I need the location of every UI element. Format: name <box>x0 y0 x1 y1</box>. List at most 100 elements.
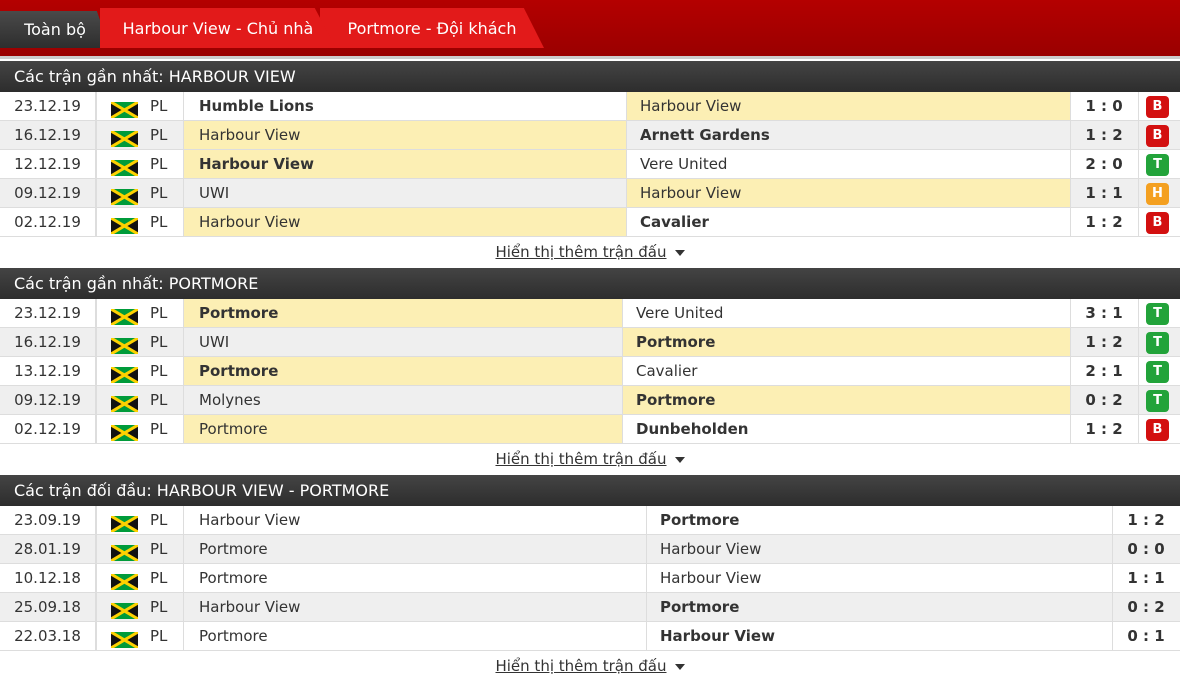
caret-down-icon[interactable] <box>674 456 685 463</box>
away-team[interactable]: Portmore <box>622 386 1070 414</box>
match-row[interactable]: 02.12.19 PL Harbour View Cavalier 1 : 2 B <box>0 208 1180 237</box>
home-team[interactable]: Portmore <box>184 415 622 443</box>
column-divider <box>1070 92 1071 120</box>
column-divider <box>183 622 184 650</box>
away-team[interactable]: Harbour View <box>646 535 1112 563</box>
jamaica-flag-icon <box>110 186 139 207</box>
home-team[interactable]: Harbour View <box>184 593 646 621</box>
away-team[interactable]: Vere United <box>626 150 1070 178</box>
match-score[interactable]: 0 : 2 <box>1112 593 1180 621</box>
column-divider <box>183 328 184 356</box>
column-divider <box>626 208 627 236</box>
column-divider <box>1112 535 1113 563</box>
match-row[interactable]: 09.12.19 PL UWI Harbour View 1 : 1 H <box>0 179 1180 208</box>
caret-down-icon[interactable] <box>674 249 685 256</box>
match-date: 16.12.19 <box>0 328 96 356</box>
home-team[interactable]: Portmore <box>184 535 646 563</box>
home-team[interactable]: UWI <box>184 328 622 356</box>
home-team[interactable]: Molynes <box>184 386 622 414</box>
league-code: PL <box>150 420 168 438</box>
tab-away-label: Portmore - Đội khách <box>347 19 517 38</box>
column-divider <box>1138 179 1139 207</box>
home-team[interactable]: Portmore <box>184 564 646 592</box>
match-score[interactable]: 0 : 2 <box>1070 386 1138 414</box>
result-badge: T <box>1146 303 1169 325</box>
match-score[interactable]: 1 : 2 <box>1070 415 1138 443</box>
column-divider <box>1070 179 1071 207</box>
home-team[interactable]: Harbour View <box>184 121 626 149</box>
match-row[interactable]: 10.12.18 PL Portmore Harbour View 1 : 1 <box>0 564 1180 593</box>
column-divider <box>1138 386 1139 414</box>
match-score[interactable]: 1 : 2 <box>1112 506 1180 534</box>
show-more-link[interactable]: Hiển thị thêm trận đấu <box>495 243 666 261</box>
home-team[interactable]: Harbour View <box>184 506 646 534</box>
column-divider <box>183 415 184 443</box>
match-row[interactable]: 28.01.19 PL Portmore Harbour View 0 : 0 <box>0 535 1180 564</box>
away-team[interactable]: Cavalier <box>626 208 1070 236</box>
column-divider <box>646 506 647 534</box>
league-code: PL <box>150 569 168 587</box>
away-team[interactable]: Arnett Gardens <box>626 121 1070 149</box>
tab-home[interactable]: Harbour View - Chủ nhà <box>100 8 336 48</box>
match-row[interactable]: 23.09.19 PL Harbour View Portmore 1 : 2 <box>0 506 1180 535</box>
match-score[interactable]: 1 : 2 <box>1070 208 1138 236</box>
match-row[interactable]: 13.12.19 PL Portmore Cavalier 2 : 1 T <box>0 357 1180 386</box>
away-team[interactable]: Portmore <box>622 328 1070 356</box>
jamaica-flag-icon <box>110 215 139 236</box>
away-team[interactable]: Portmore <box>646 593 1112 621</box>
league-code: PL <box>150 391 168 409</box>
jamaica-flag-icon <box>110 128 139 149</box>
match-row[interactable]: 02.12.19 PL Portmore Dunbeholden 1 : 2 B <box>0 415 1180 444</box>
match-date: 09.12.19 <box>0 386 96 414</box>
match-score[interactable]: 1 : 2 <box>1070 121 1138 149</box>
away-team[interactable]: Harbour View <box>626 179 1070 207</box>
home-team[interactable]: Portmore <box>184 357 622 385</box>
match-score[interactable]: 3 : 1 <box>1070 299 1138 327</box>
column-divider <box>183 121 184 149</box>
column-divider <box>1070 208 1071 236</box>
tab-all[interactable]: Toàn bộ <box>0 11 110 48</box>
away-team[interactable]: Portmore <box>646 506 1112 534</box>
match-row[interactable]: 22.03.18 PL Portmore Harbour View 0 : 1 <box>0 622 1180 651</box>
away-team[interactable]: Vere United <box>622 299 1070 327</box>
match-row[interactable]: 12.12.19 PL Harbour View Vere United 2 : 0 T <box>0 150 1180 179</box>
caret-down-icon[interactable] <box>674 663 685 670</box>
match-row[interactable]: 16.12.19 PL UWI Portmore 1 : 2 T <box>0 328 1180 357</box>
match-row[interactable]: 23.12.19 PL Humble Lions Harbour View 1 : 0 B <box>0 92 1180 121</box>
away-team[interactable]: Cavalier <box>622 357 1070 385</box>
home-team[interactable]: UWI <box>184 179 626 207</box>
show-more-link[interactable]: Hiển thị thêm trận đấu <box>495 450 666 468</box>
match-score[interactable]: 1 : 1 <box>1112 564 1180 592</box>
column-divider <box>183 564 184 592</box>
show-more-link[interactable]: Hiển thị thêm trận đấu <box>495 657 666 675</box>
match-score[interactable]: 0 : 0 <box>1112 535 1180 563</box>
home-team[interactable]: Harbour View <box>184 208 626 236</box>
column-divider <box>1138 328 1139 356</box>
match-row[interactable]: 25.09.18 PL Harbour View Portmore 0 : 2 <box>0 593 1180 622</box>
match-score[interactable]: 0 : 1 <box>1112 622 1180 650</box>
home-team[interactable]: Harbour View <box>184 150 626 178</box>
match-score[interactable]: 1 : 0 <box>1070 92 1138 120</box>
home-team[interactable]: Portmore <box>184 299 622 327</box>
tab-away[interactable]: Portmore - Đội khách <box>320 8 544 48</box>
match-row[interactable]: 09.12.19 PL Molynes Portmore 0 : 2 T <box>0 386 1180 415</box>
column-divider <box>96 564 97 592</box>
column-divider <box>1070 121 1071 149</box>
away-team[interactable]: Dunbeholden <box>622 415 1070 443</box>
home-team[interactable]: Humble Lions <box>184 92 626 120</box>
column-divider <box>622 299 623 327</box>
match-score[interactable]: 2 : 1 <box>1070 357 1138 385</box>
home-team[interactable]: Portmore <box>184 622 646 650</box>
away-team[interactable]: Harbour View <box>626 92 1070 120</box>
column-divider <box>646 593 647 621</box>
column-divider <box>1138 121 1139 149</box>
match-score[interactable]: 1 : 1 <box>1070 179 1138 207</box>
column-divider <box>183 506 184 534</box>
match-score[interactable]: 2 : 0 <box>1070 150 1138 178</box>
match-score[interactable]: 1 : 2 <box>1070 328 1138 356</box>
match-row[interactable]: 16.12.19 PL Harbour View Arnett Gardens 1 : … <box>0 121 1180 150</box>
away-team[interactable]: Harbour View <box>646 622 1112 650</box>
away-team[interactable]: Harbour View <box>646 564 1112 592</box>
match-row[interactable]: 23.12.19 PL Portmore Vere United 3 : 1 T <box>0 299 1180 328</box>
column-divider <box>96 535 97 563</box>
